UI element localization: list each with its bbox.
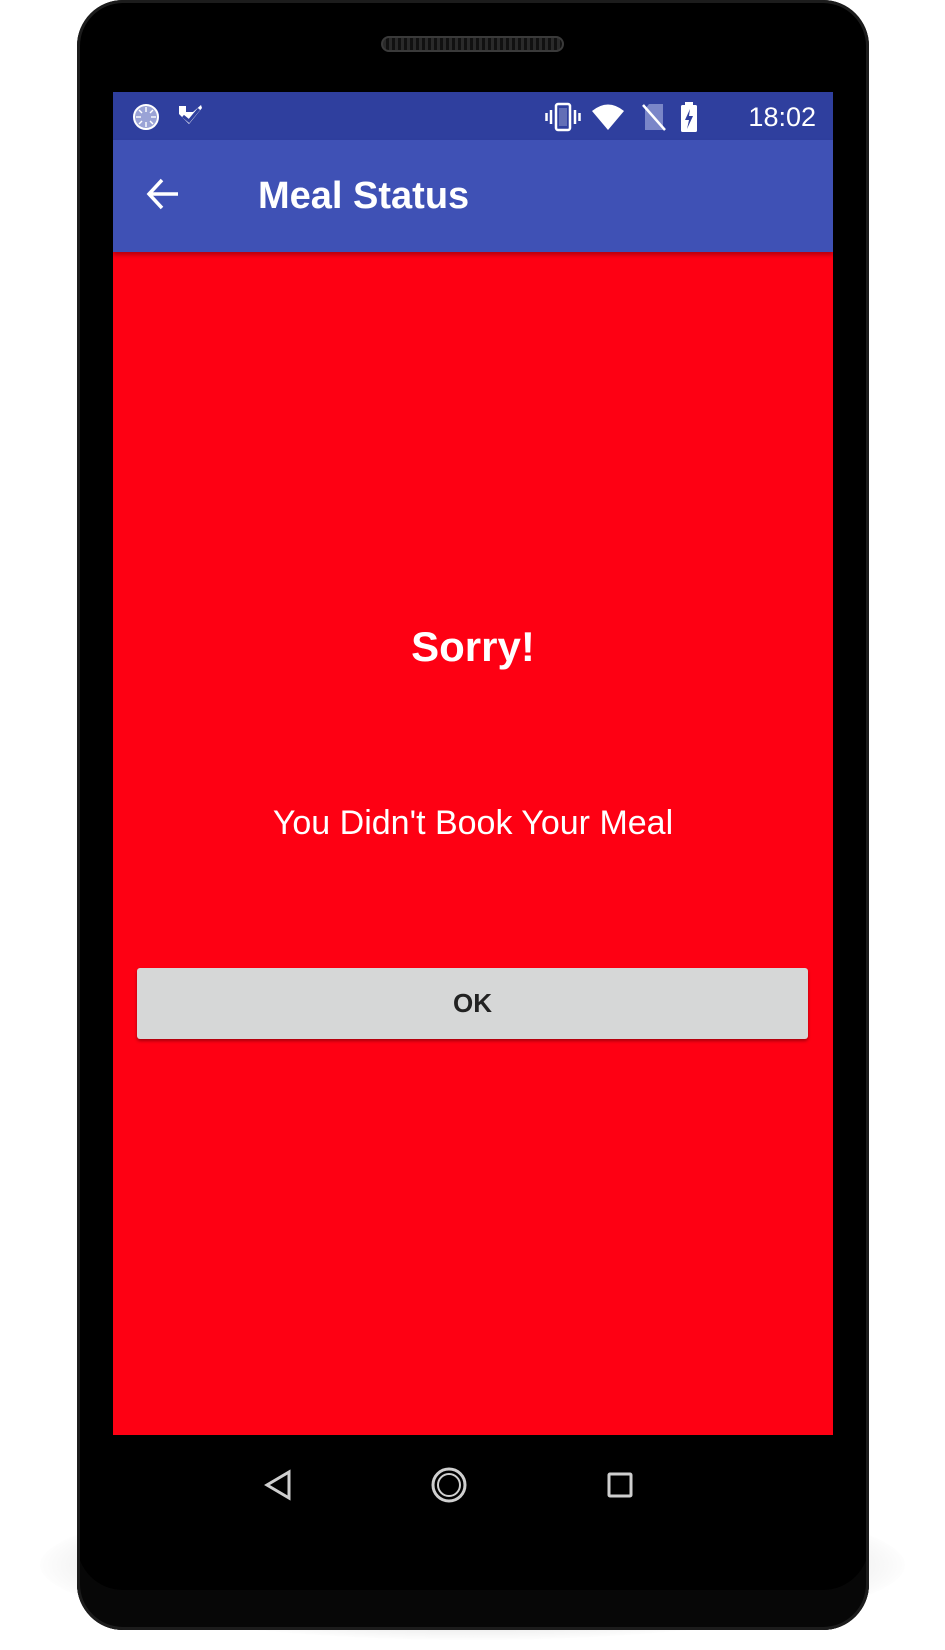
status-clock: 18:02 [748,102,816,132]
nav-home-button[interactable] [419,1457,479,1517]
device-mockup: 18:02 Meal Status Sorry! You Didn't Book… [0,0,945,1650]
home-circle-icon [429,1465,469,1510]
tick-notification-icon [175,102,205,130]
nav-back-button[interactable] [249,1457,309,1517]
recents-square-icon [604,1469,636,1506]
earpiece-speaker [381,36,564,52]
status-bar: 18:02 [113,92,833,140]
nav-recents-button[interactable] [590,1457,650,1517]
sorry-heading: Sorry! [411,623,535,670]
wifi-icon [591,102,625,130]
arrow-back-icon [145,176,181,217]
system-nav-bar [113,1435,833,1545]
ok-button[interactable]: OK [137,968,808,1039]
app-screen: 18:02 Meal Status Sorry! You Didn't Book… [113,92,833,1435]
no-sim-icon [641,102,667,131]
booking-status-message: You Didn't Book Your Meal [272,804,674,842]
sync-notification-icon [131,102,161,130]
vibrate-icon [545,102,581,132]
back-button[interactable] [135,168,191,224]
back-triangle-icon [262,1468,296,1507]
page-title: Meal Status [258,175,470,217]
app-toolbar: Meal Status [113,140,833,252]
battery-charging-icon [679,102,699,132]
